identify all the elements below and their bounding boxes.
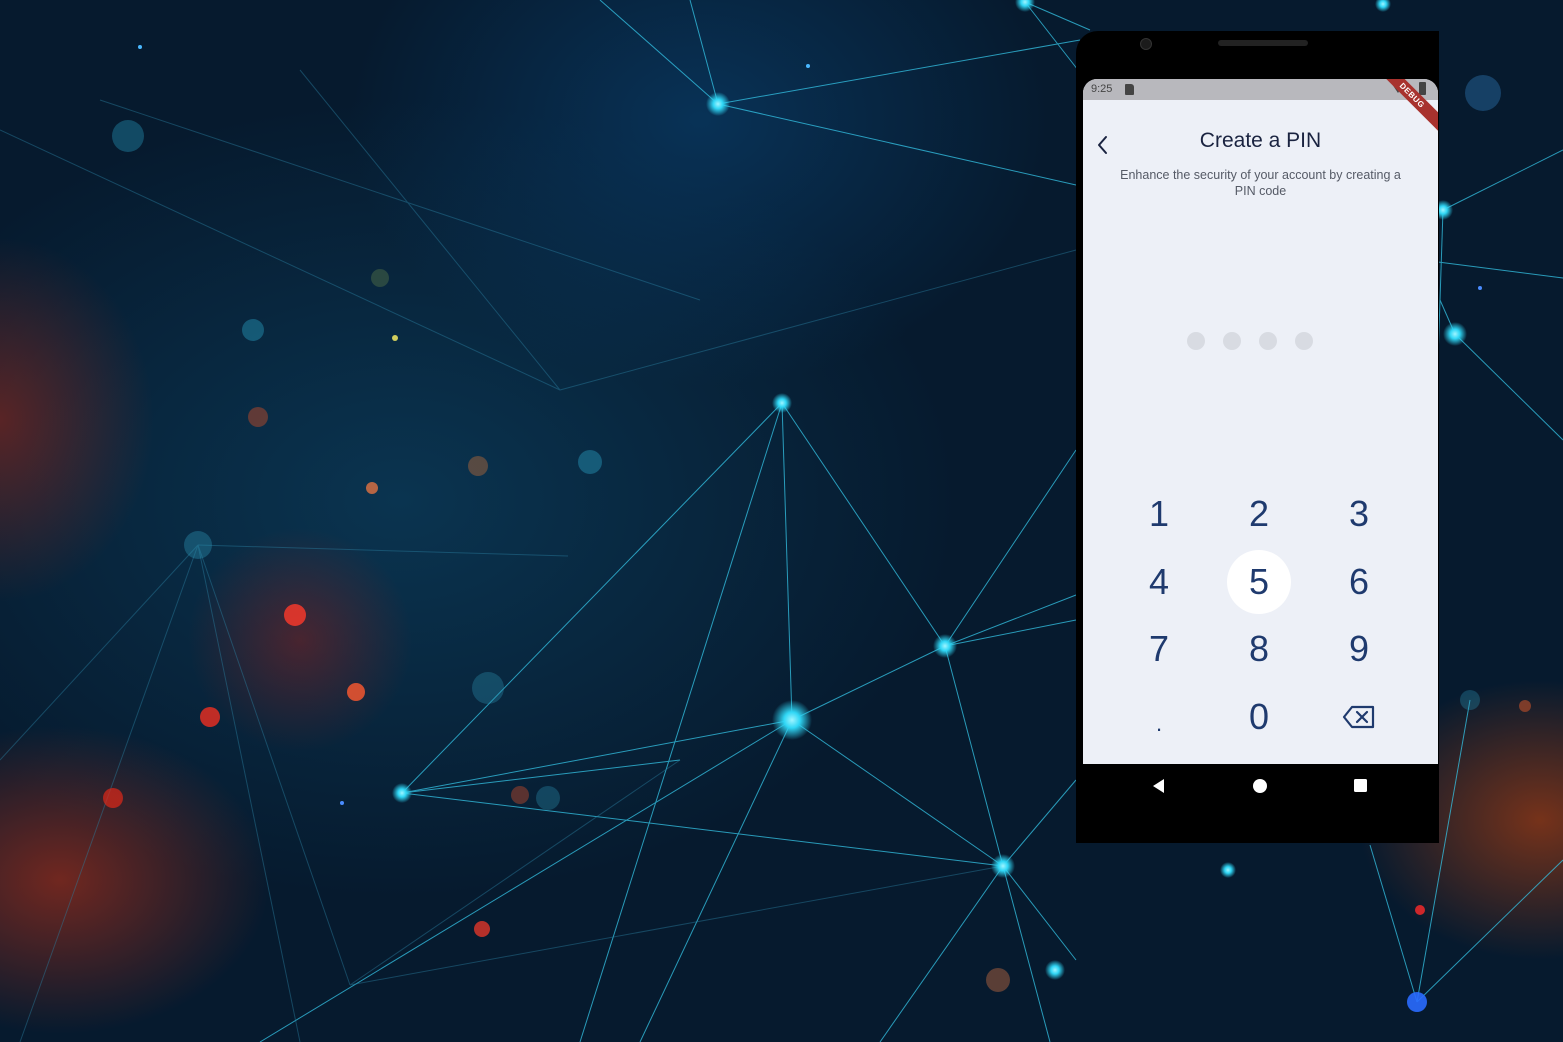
debug-banner: DEBUG — [1373, 79, 1438, 135]
key-7[interactable]: 7 — [1127, 617, 1191, 681]
key-8[interactable]: 8 — [1227, 617, 1291, 681]
page-title: Create a PIN — [1199, 129, 1322, 152]
status-time: 9:25 — [1091, 83, 1113, 95]
phone-screen: 9:25 DEBUG Create a PIN Enhance the secu… — [1083, 79, 1438, 764]
pin-dot — [1259, 332, 1277, 350]
nav-recents-button[interactable] — [1351, 776, 1371, 800]
status-bar: 9:25 DEBUG — [1083, 79, 1438, 135]
circle-home-icon — [1253, 779, 1267, 793]
numeric-keypad: 1 2 3 4 5 6 7 8 9 . 0 — [1108, 479, 1408, 759]
android-nav-bar — [1083, 764, 1438, 809]
phone-frame: 9:25 DEBUG Create a PIN Enhance the secu… — [1076, 31, 1439, 843]
battery-icon — [1419, 82, 1426, 95]
front-camera — [1140, 38, 1152, 50]
sd-card-icon — [1125, 84, 1134, 95]
key-5[interactable]: 5 — [1227, 550, 1291, 614]
pin-indicator — [1187, 332, 1337, 352]
pin-dot — [1187, 332, 1205, 350]
nav-back-button[interactable] — [1150, 776, 1170, 800]
key-4[interactable]: 4 — [1127, 550, 1191, 614]
key-2[interactable]: 2 — [1227, 482, 1291, 546]
key-3[interactable]: 3 — [1327, 482, 1391, 546]
earpiece-speaker — [1218, 40, 1308, 46]
square-recents-icon — [1354, 779, 1367, 792]
pin-dot — [1295, 332, 1313, 350]
key-6[interactable]: 6 — [1327, 550, 1391, 614]
key-1[interactable]: 1 — [1127, 482, 1191, 546]
page-subtitle: Enhance the security of your account by … — [1120, 168, 1401, 198]
delete-button[interactable] — [1327, 685, 1391, 749]
backspace-icon — [1342, 705, 1375, 729]
nav-home-button[interactable] — [1250, 776, 1270, 800]
triangle-back-icon — [1153, 779, 1164, 793]
key-0[interactable]: 0 — [1227, 685, 1291, 749]
pin-dot — [1223, 332, 1241, 350]
key-9[interactable]: 9 — [1327, 617, 1391, 681]
key-decimal[interactable]: . — [1127, 685, 1191, 749]
